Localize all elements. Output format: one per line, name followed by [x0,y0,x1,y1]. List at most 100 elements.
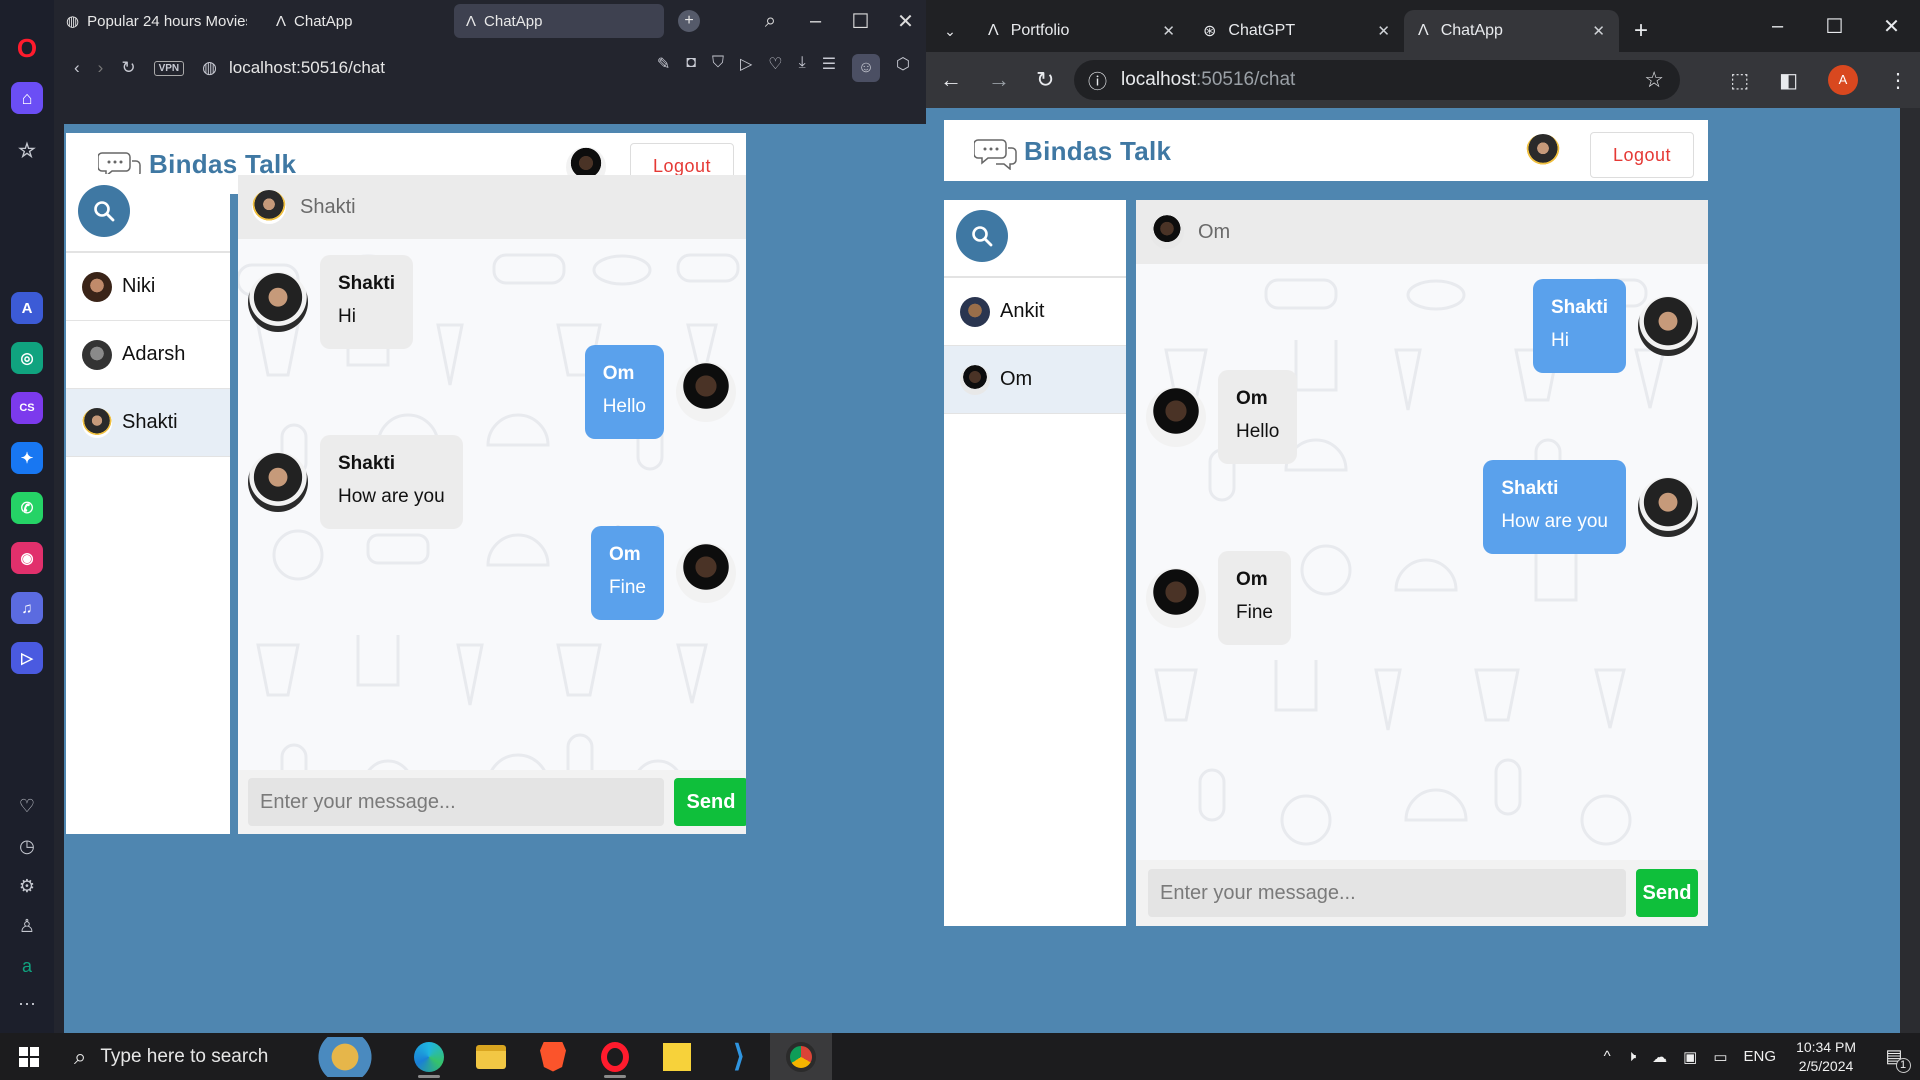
search-button[interactable] [956,210,1008,262]
opera-logo-icon[interactable]: O [11,32,43,64]
easy-setup-icon[interactable]: ☰ [822,54,836,82]
chatgpt-icon[interactable]: ◎ [11,342,43,374]
aria-icon[interactable]: A [11,292,43,324]
contact-item-om[interactable]: Om [944,346,1126,414]
extensions-icon[interactable]: ⬡ [896,54,910,82]
close-icon[interactable]: ✕ [1863,14,1920,39]
vpn-badge[interactable]: VPN [153,60,185,76]
opera-tab-active[interactable]: Ʌ ChatApp [454,4,664,38]
opera-tab[interactable]: Ʌ ChatApp [264,4,454,38]
chrome-tab[interactable]: ⊛ ChatGPT ✕ [1189,10,1404,52]
battery-icon[interactable]: ▭ [1705,1048,1735,1066]
player-icon[interactable]: ▷ [11,642,43,674]
new-tab-icon[interactable]: + [1619,10,1663,52]
profile-icon[interactable]: ☺ [852,54,881,82]
opera-url[interactable]: localhost:50516/chat [229,58,385,78]
bookmark-star-icon[interactable]: ☆ [1644,67,1664,93]
forward-icon[interactable]: → [988,67,1010,93]
start-button[interactable] [0,1033,58,1080]
search-tabs-icon[interactable]: ⌕ [748,10,793,33]
side-panel-icon[interactable]: ◧ [1779,68,1798,93]
profile-avatar[interactable]: A [1828,65,1858,95]
sticky-notes-icon[interactable] [646,1033,708,1080]
app-header: Bindas Talk Logout [944,120,1708,186]
volume-muted-icon[interactable]: 🕨 [1619,1048,1644,1065]
contact-item-shakti[interactable]: Shakti [66,389,230,457]
contact-list: Ankit Om [944,200,1126,926]
cloud-icon[interactable]: ☁ [1644,1048,1675,1066]
close-icon[interactable]: ✕ [883,9,928,34]
minimize-icon[interactable]: – [793,10,838,33]
search-button[interactable] [78,185,130,237]
more-icon[interactable]: ⋯ [14,994,40,1015]
chevron-up-icon[interactable]: ^ [1596,1048,1619,1065]
message-in: Shakti Hi [248,255,414,349]
vscode-icon[interactable]: ⟩ [708,1033,770,1080]
camera-icon[interactable]: ◘ [686,54,696,82]
avatar [960,296,990,327]
back-icon[interactable]: ‹ [74,58,80,78]
chrome-tab-active[interactable]: Ʌ ChatApp ✕ [1404,10,1619,52]
message-input[interactable] [248,778,664,826]
amazon-icon[interactable]: a [14,956,40,977]
scrollbar[interactable] [1900,108,1920,1033]
chrome-icon[interactable] [770,1033,832,1080]
messenger-icon[interactable]: ✦ [11,442,43,474]
opera-tab[interactable]: ◍ Popular 24 hours Movies [54,4,264,38]
chrome-address-bar: ← → ↻ ⓘ localhost:50516/chat ☆ ⬚ ◧ A ⋮ [926,52,1920,108]
whatsapp-icon[interactable]: ✆ [11,492,43,524]
contact-item-ankit[interactable]: Ankit [944,278,1126,346]
shield-icon[interactable]: ⛉ [712,54,724,82]
avatar [248,272,308,332]
heart-outline-icon[interactable]: ♡ [768,54,782,82]
logout-button[interactable]: Logout [1590,132,1694,178]
send-button[interactable]: Send [674,778,746,826]
meet-now-icon[interactable]: ▣ [1675,1048,1705,1066]
maximize-icon[interactable]: ☐ [1806,14,1863,39]
chrome-tab[interactable]: Ʌ Portfolio ✕ [974,10,1189,52]
clock[interactable]: 10:34 PM 2/5/2024 [1784,1038,1868,1076]
home-icon[interactable]: ⌂ [11,82,43,114]
edit-icon[interactable]: ✎ [657,54,670,82]
file-explorer-icon[interactable] [460,1033,522,1080]
download-icon[interactable]: ⤓ [799,54,806,82]
contact-item-adarsh[interactable]: Adarsh [66,321,230,389]
contact-item-niki[interactable]: Niki [66,253,230,321]
minimize-icon[interactable]: – [1749,15,1806,38]
reload-icon[interactable]: ↻ [1036,67,1054,93]
edge-icon[interactable] [398,1033,460,1080]
history-icon[interactable]: ◷ [14,836,40,857]
forward-icon[interactable]: › [98,58,104,78]
close-tab-icon[interactable]: ✕ [1377,22,1390,40]
settings-icon[interactable]: ⚙ [14,876,40,897]
send-button[interactable]: Send [1636,869,1698,917]
brave-icon[interactable] [522,1033,584,1080]
close-tab-icon[interactable]: ✕ [1592,22,1605,40]
tab-search-icon[interactable]: ⌄ [926,10,974,52]
back-icon[interactable]: ← [940,67,962,93]
new-tab-icon[interactable]: + [678,10,700,32]
message-input[interactable] [1148,869,1626,917]
message-out: Shakti How are you [1483,460,1698,554]
menu-kebab-icon[interactable]: ⋮ [1888,68,1908,93]
heart-icon[interactable]: ♡ [14,796,40,817]
music-icon[interactable]: ♫ [11,592,43,624]
instagram-icon[interactable]: ◉ [11,542,43,574]
notification-center-icon[interactable]: ▤ 1 [1868,1033,1920,1080]
close-tab-icon[interactable]: ✕ [1162,22,1175,40]
reload-icon[interactable]: ↻ [121,58,135,78]
avatar [248,452,308,512]
language-indicator[interactable]: ENG [1736,1048,1785,1065]
site-info-icon[interactable]: ◍ [202,58,217,78]
chatsonic-icon[interactable]: CS [11,392,43,424]
play-icon[interactable]: ▷ [740,54,752,82]
star-icon[interactable]: ☆ [11,134,43,166]
extensions-icon[interactable]: ⬚ [1730,68,1749,93]
site-info-icon[interactable]: ⓘ [1088,67,1107,94]
user-avatar[interactable] [1526,134,1560,168]
opera-icon[interactable] [584,1033,646,1080]
omnibox[interactable]: ⓘ localhost:50516/chat ☆ [1074,60,1680,100]
tips-icon[interactable]: ♙ [14,916,40,937]
maximize-icon[interactable]: ☐ [838,9,883,34]
taskbar-search[interactable]: ⌕ Type here to search [58,1033,398,1080]
